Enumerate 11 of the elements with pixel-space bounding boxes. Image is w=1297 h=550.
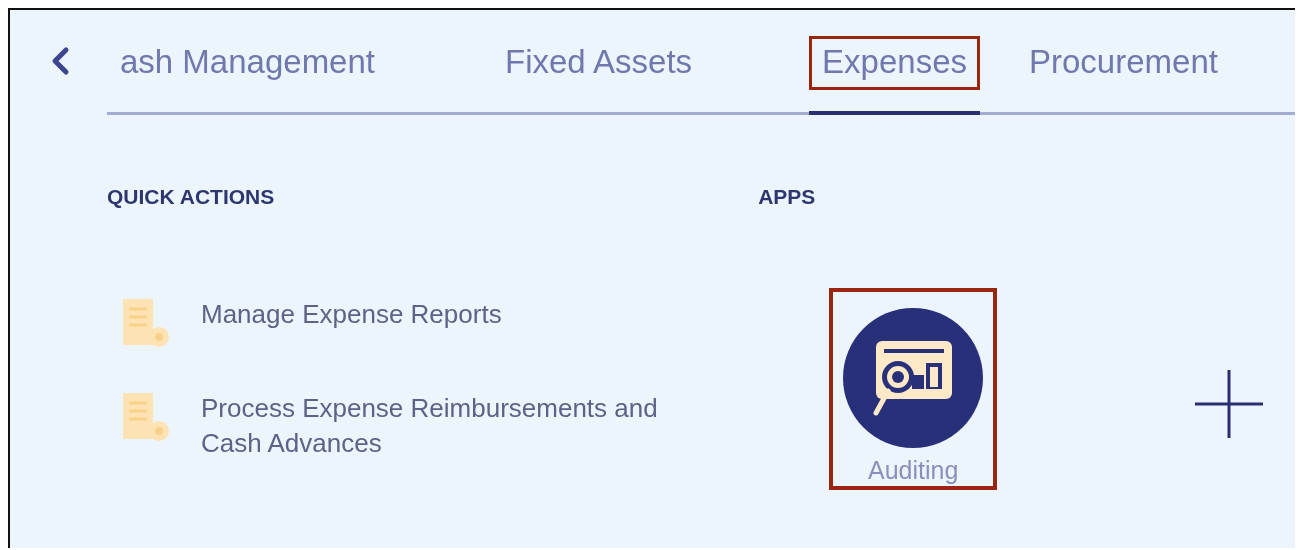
add-button[interactable] (1193, 368, 1266, 440)
plus-icon (1193, 368, 1266, 440)
tab[interactable]: ash Management (107, 36, 388, 115)
tab[interactable]: Procurement (1016, 36, 1231, 115)
tab[interactable]: Fixed Assets (492, 36, 706, 115)
app-tile[interactable]: Auditing (829, 288, 998, 490)
quick-action-link[interactable]: Process Expense Reimbursements and Cash Advances (201, 391, 671, 461)
quick-action-link[interactable]: Manage Expense Reports (201, 297, 671, 332)
chevron-left-icon (50, 46, 70, 76)
section-title: QUICK ACTIONS (107, 185, 276, 209)
section-title: APPS (758, 185, 817, 209)
